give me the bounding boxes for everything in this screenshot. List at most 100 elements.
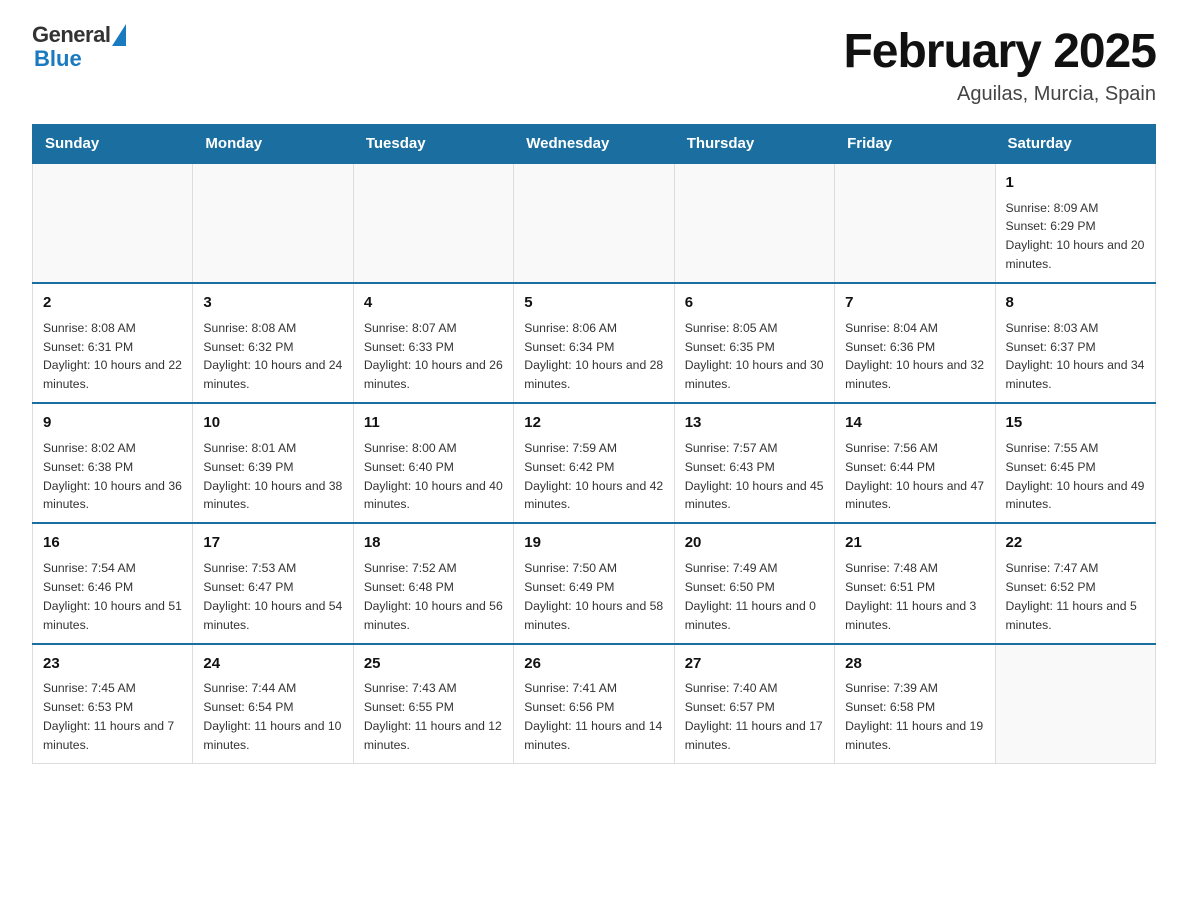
day-number: 5 [524, 292, 663, 315]
day-number: 20 [685, 532, 824, 555]
day-info: Sunrise: 8:02 AMSunset: 6:38 PMDaylight:… [43, 439, 182, 515]
day-info: Sunrise: 7:52 AMSunset: 6:48 PMDaylight:… [364, 559, 503, 635]
calendar-day-cell: 22 Sunrise: 7:47 AMSunset: 6:52 PMDayligh… [995, 523, 1155, 643]
dow-saturday: Saturday [995, 125, 1155, 164]
day-info: Sunrise: 7:54 AMSunset: 6:46 PMDaylight:… [43, 559, 182, 635]
day-info: Sunrise: 7:48 AMSunset: 6:51 PMDaylight:… [845, 559, 984, 635]
calendar-day-cell: 25 Sunrise: 7:43 AMSunset: 6:55 PMDayligh… [353, 644, 513, 764]
calendar-day-cell: 5 Sunrise: 8:06 AMSunset: 6:34 PMDaylight… [514, 283, 674, 403]
calendar-day-cell [193, 163, 353, 283]
day-info: Sunrise: 8:03 AMSunset: 6:37 PMDaylight:… [1006, 319, 1145, 395]
calendar-day-cell [353, 163, 513, 283]
calendar-day-cell: 28Sunrise: 7:39 AMSunset: 6:58 PMDayligh… [835, 644, 995, 764]
day-number: 23 [43, 653, 182, 676]
page-header: General Blue February 2025 Aguilas, Murc… [32, 24, 1156, 106]
day-number: 12 [524, 412, 663, 435]
day-info: Sunrise: 7:49 AMSunset: 6:50 PMDaylight:… [685, 559, 824, 635]
calendar-day-cell: 20 Sunrise: 7:49 AMSunset: 6:50 PMDayligh… [674, 523, 834, 643]
day-number: 27 [685, 653, 824, 676]
day-number: 4 [364, 292, 503, 315]
day-info: Sunrise: 8:04 AMSunset: 6:36 PMDaylight:… [845, 319, 984, 395]
calendar-day-cell: 8 Sunrise: 8:03 AMSunset: 6:37 PMDaylight… [995, 283, 1155, 403]
calendar-header: Sunday Monday Tuesday Wednesday Thursday… [33, 125, 1156, 164]
calendar-day-cell: 14 Sunrise: 7:56 AMSunset: 6:44 PMDayligh… [835, 403, 995, 523]
calendar-day-cell: 3 Sunrise: 8:08 AMSunset: 6:32 PMDaylight… [193, 283, 353, 403]
calendar-day-cell: 16 Sunrise: 7:54 AMSunset: 6:46 PMDayligh… [33, 523, 193, 643]
calendar-subtitle: Aguilas, Murcia, Spain [843, 83, 1156, 106]
day-number: 22 [1006, 532, 1145, 555]
day-number: 7 [845, 292, 984, 315]
calendar-week-row: 16 Sunrise: 7:54 AMSunset: 6:46 PMDayligh… [33, 523, 1156, 643]
day-number: 3 [203, 292, 342, 315]
calendar-day-cell: 13Sunrise: 7:57 AMSunset: 6:43 PMDayligh… [674, 403, 834, 523]
day-number: 6 [685, 292, 824, 315]
day-info: Sunrise: 7:44 AMSunset: 6:54 PMDaylight:… [203, 679, 342, 755]
calendar-day-cell: 10Sunrise: 8:01 AMSunset: 6:39 PMDayligh… [193, 403, 353, 523]
day-number: 24 [203, 653, 342, 676]
day-info: Sunrise: 8:06 AMSunset: 6:34 PMDaylight:… [524, 319, 663, 395]
logo: General Blue [32, 24, 126, 72]
calendar-day-cell [514, 163, 674, 283]
calendar-day-cell [674, 163, 834, 283]
day-info: Sunrise: 8:08 AMSunset: 6:32 PMDaylight:… [203, 319, 342, 395]
day-number: 14 [845, 412, 984, 435]
calendar-week-row: 9Sunrise: 8:02 AMSunset: 6:38 PMDaylight… [33, 403, 1156, 523]
day-number: 1 [1006, 172, 1145, 195]
calendar-day-cell: 19 Sunrise: 7:50 AMSunset: 6:49 PMDayligh… [514, 523, 674, 643]
calendar-day-cell: 15Sunrise: 7:55 AMSunset: 6:45 PMDayligh… [995, 403, 1155, 523]
day-info: Sunrise: 7:59 AMSunset: 6:42 PMDaylight:… [524, 439, 663, 515]
day-info: Sunrise: 7:43 AMSunset: 6:55 PMDaylight:… [364, 679, 503, 755]
day-info: Sunrise: 7:45 AMSunset: 6:53 PMDaylight:… [43, 679, 182, 755]
calendar-body: 1 Sunrise: 8:09 AMSunset: 6:29 PMDaylight… [33, 163, 1156, 763]
day-info: Sunrise: 7:40 AMSunset: 6:57 PMDaylight:… [685, 679, 824, 755]
calendar-day-cell [995, 644, 1155, 764]
title-block: February 2025 Aguilas, Murcia, Spain [843, 24, 1156, 106]
day-info: Sunrise: 8:09 AMSunset: 6:29 PMDaylight:… [1006, 199, 1145, 275]
day-info: Sunrise: 7:41 AMSunset: 6:56 PMDaylight:… [524, 679, 663, 755]
day-info: Sunrise: 8:00 AMSunset: 6:40 PMDaylight:… [364, 439, 503, 515]
dow-wednesday: Wednesday [514, 125, 674, 164]
calendar-day-cell: 1 Sunrise: 8:09 AMSunset: 6:29 PMDaylight… [995, 163, 1155, 283]
calendar-day-cell: 6 Sunrise: 8:05 AMSunset: 6:35 PMDaylight… [674, 283, 834, 403]
day-number: 21 [845, 532, 984, 555]
calendar-day-cell: 18 Sunrise: 7:52 AMSunset: 6:48 PMDayligh… [353, 523, 513, 643]
calendar-day-cell [33, 163, 193, 283]
day-number: 26 [524, 653, 663, 676]
calendar-day-cell: 12 Sunrise: 7:59 AMSunset: 6:42 PMDayligh… [514, 403, 674, 523]
calendar-day-cell: 24 Sunrise: 7:44 AMSunset: 6:54 PMDayligh… [193, 644, 353, 764]
calendar-day-cell: 11 Sunrise: 8:00 AMSunset: 6:40 PMDayligh… [353, 403, 513, 523]
day-info: Sunrise: 7:50 AMSunset: 6:49 PMDaylight:… [524, 559, 663, 635]
day-number: 15 [1006, 412, 1145, 435]
day-info: Sunrise: 8:05 AMSunset: 6:35 PMDaylight:… [685, 319, 824, 395]
logo-triangle-icon [112, 24, 126, 46]
calendar-day-cell: 27 Sunrise: 7:40 AMSunset: 6:57 PMDayligh… [674, 644, 834, 764]
days-of-week-row: Sunday Monday Tuesday Wednesday Thursday… [33, 125, 1156, 164]
calendar-day-cell: 2 Sunrise: 8:08 AMSunset: 6:31 PMDaylight… [33, 283, 193, 403]
day-info: Sunrise: 7:56 AMSunset: 6:44 PMDaylight:… [845, 439, 984, 515]
calendar-day-cell: 7 Sunrise: 8:04 AMSunset: 6:36 PMDaylight… [835, 283, 995, 403]
day-number: 19 [524, 532, 663, 555]
day-info: Sunrise: 8:08 AMSunset: 6:31 PMDaylight:… [43, 319, 182, 395]
calendar-day-cell: 21 Sunrise: 7:48 AMSunset: 6:51 PMDayligh… [835, 523, 995, 643]
day-number: 17 [203, 532, 342, 555]
day-info: Sunrise: 8:01 AMSunset: 6:39 PMDaylight:… [203, 439, 342, 515]
calendar-day-cell: 4 Sunrise: 8:07 AMSunset: 6:33 PMDaylight… [353, 283, 513, 403]
calendar-day-cell [835, 163, 995, 283]
logo-blue-text: Blue [34, 46, 82, 71]
day-info: Sunrise: 7:53 AMSunset: 6:47 PMDaylight:… [203, 559, 342, 635]
calendar-day-cell: 9Sunrise: 8:02 AMSunset: 6:38 PMDaylight… [33, 403, 193, 523]
day-number: 25 [364, 653, 503, 676]
day-info: Sunrise: 8:07 AMSunset: 6:33 PMDaylight:… [364, 319, 503, 395]
dow-sunday: Sunday [33, 125, 193, 164]
day-number: 18 [364, 532, 503, 555]
day-number: 2 [43, 292, 182, 315]
day-number: 8 [1006, 292, 1145, 315]
day-info: Sunrise: 7:47 AMSunset: 6:52 PMDaylight:… [1006, 559, 1145, 635]
calendar-table: Sunday Monday Tuesday Wednesday Thursday… [32, 124, 1156, 764]
day-number: 16 [43, 532, 182, 555]
day-info: Sunrise: 7:39 AMSunset: 6:58 PMDaylight:… [845, 679, 984, 755]
day-number: 11 [364, 412, 503, 435]
calendar-day-cell: 23 Sunrise: 7:45 AMSunset: 6:53 PMDayligh… [33, 644, 193, 764]
dow-thursday: Thursday [674, 125, 834, 164]
day-number: 13 [685, 412, 824, 435]
